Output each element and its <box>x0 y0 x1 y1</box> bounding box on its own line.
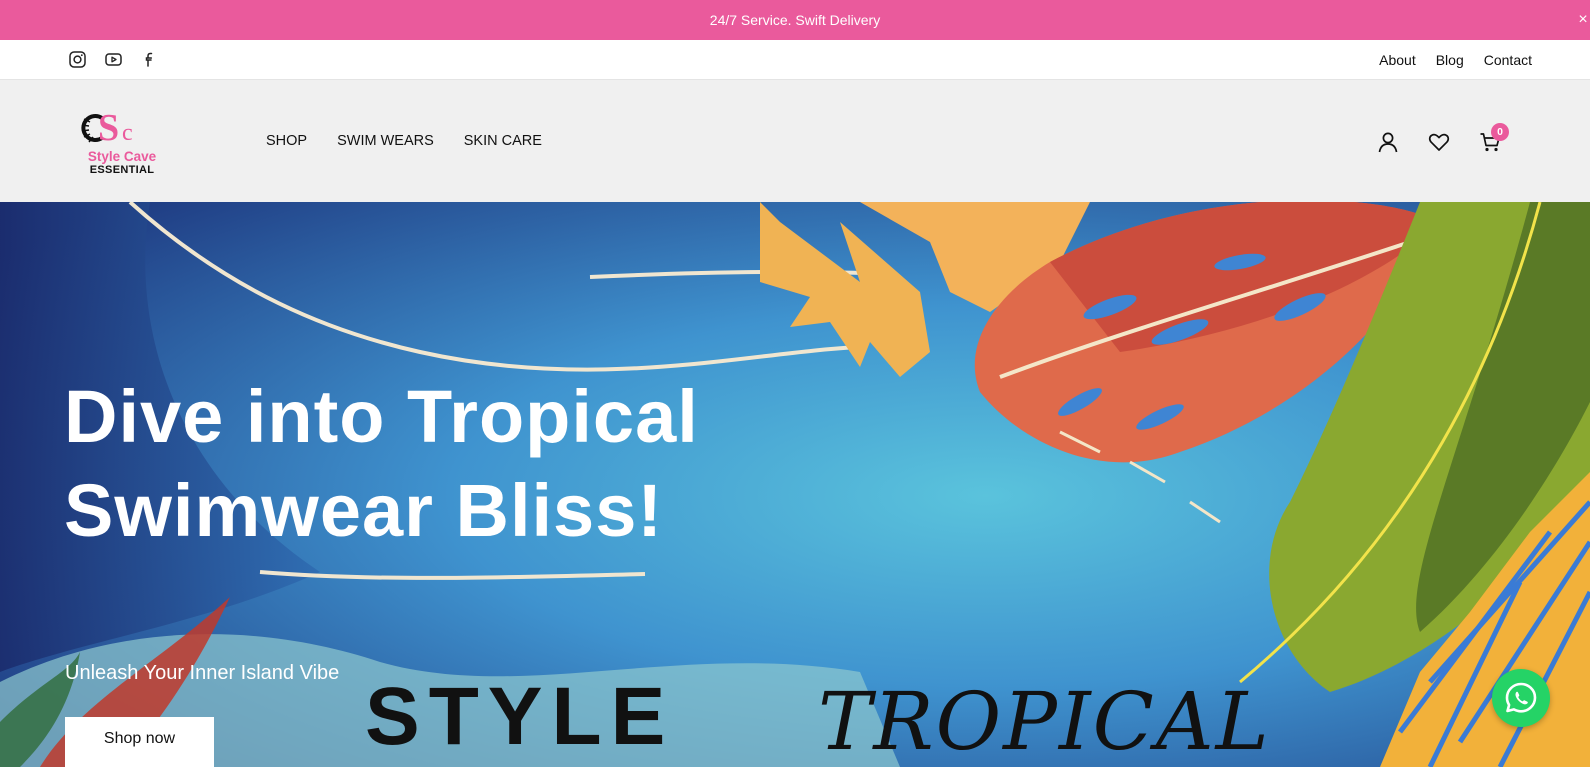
announcement-text: 24/7 Service. Swift Delivery <box>709 12 881 28</box>
top-links: About Blog Contact <box>1379 50 1532 70</box>
hero-title-line-2: Swimwear Bliss! <box>64 469 664 552</box>
shop-now-button[interactable]: Shop now <box>65 717 214 767</box>
top-bar: About Blog Contact <box>0 40 1590 80</box>
whatsapp-icon <box>1492 669 1550 727</box>
about-link[interactable]: About <box>1379 50 1416 70</box>
heart-icon[interactable] <box>1427 130 1451 154</box>
nav-item-swim-wears[interactable]: SWIM WEARS <box>337 131 434 151</box>
announcement-bar: 24/7 Service. Swift Delivery × <box>0 0 1590 40</box>
youtube-icon[interactable] <box>104 50 123 69</box>
instagram-icon[interactable] <box>68 50 87 69</box>
contact-link[interactable]: Contact <box>1484 50 1532 70</box>
user-icon[interactable] <box>1376 130 1400 154</box>
facebook-icon[interactable] <box>140 50 159 69</box>
hero-subtitle: Unleash Your Inner Island Vibe <box>65 662 340 684</box>
hero-title: Dive into Tropical Swimwear Bliss! <box>64 370 884 558</box>
svg-text:c: c <box>122 120 133 146</box>
hero-title-line-1: Dive into Tropical <box>64 375 699 458</box>
main-nav: SHOP SWIM WEARS SKIN CARE <box>266 131 542 151</box>
hero-art-text-tropical: TROPICAL <box>818 675 1271 767</box>
cart-count-badge: 0 <box>1491 123 1509 141</box>
logo-text-sub: ESSENTIAL <box>89 164 155 176</box>
blog-link[interactable]: Blog <box>1436 50 1464 70</box>
nav-item-skin-care[interactable]: SKIN CARE <box>464 131 542 151</box>
site-logo[interactable]: S c Style Cave ESSENTIAL <box>76 100 164 180</box>
logo-text-main: Style Cave <box>87 149 157 164</box>
logo-monogram: S c <box>81 107 133 149</box>
hero-banner: Dive into Tropical Swimwear Bliss! Unlea… <box>0 202 1590 767</box>
svg-text:S: S <box>98 107 119 149</box>
close-announcement-button[interactable]: × <box>1576 11 1590 29</box>
hero-art-text-style: STYLE <box>365 671 675 762</box>
whatsapp-chat-button[interactable] <box>1492 669 1550 727</box>
social-links <box>68 50 159 69</box>
nav-item-shop[interactable]: SHOP <box>266 131 307 151</box>
site-header <box>0 80 1590 202</box>
